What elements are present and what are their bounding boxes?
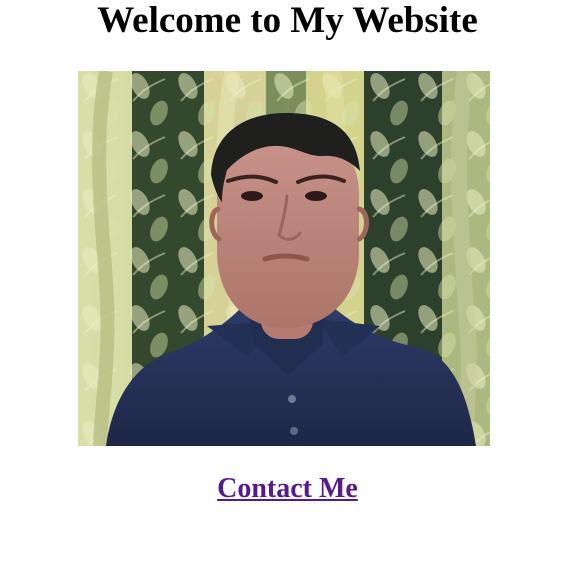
page-title: Welcome to My Website — [97, 0, 478, 41]
profile-photo — [78, 71, 490, 446]
contact-section: Contact Me — [0, 472, 575, 506]
contact-me-link[interactable]: Contact Me — [217, 473, 358, 504]
photo-illustration — [78, 71, 490, 446]
